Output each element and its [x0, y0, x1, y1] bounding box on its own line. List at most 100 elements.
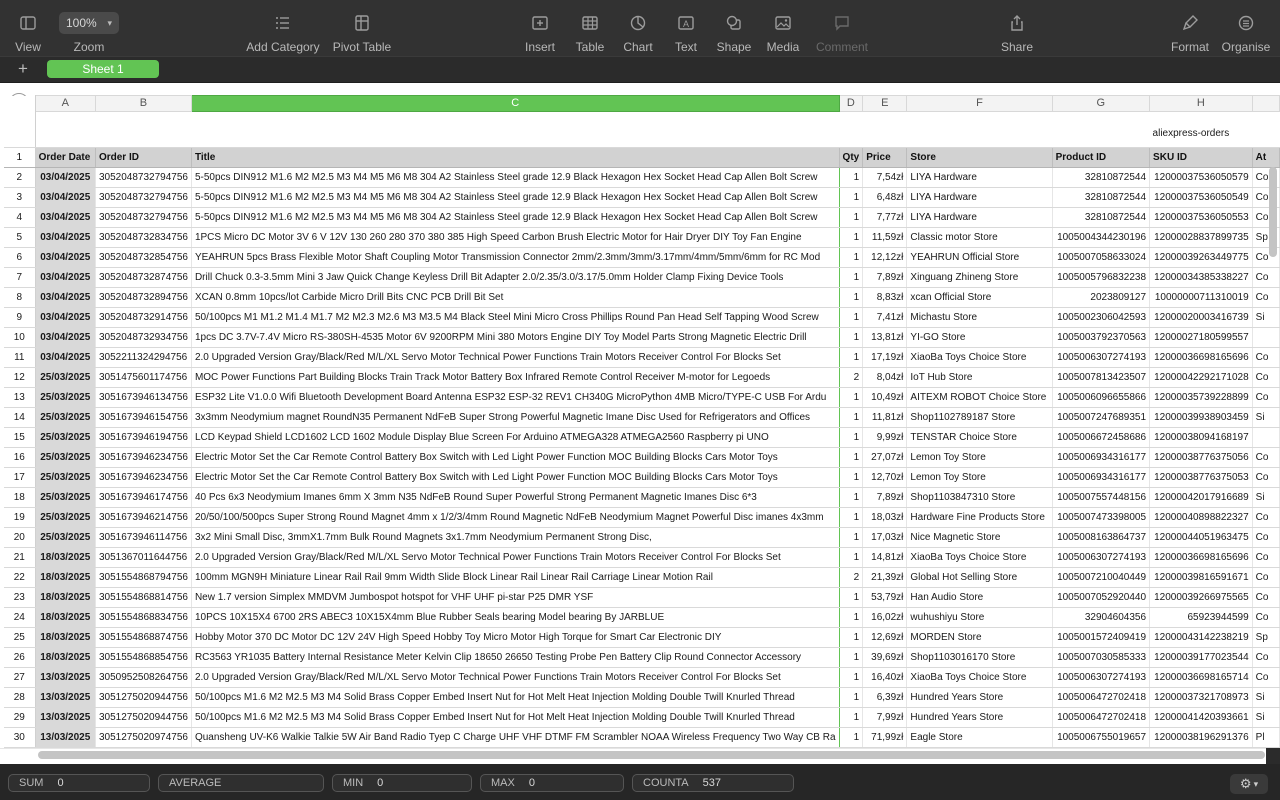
qty-cell[interactable]: 1 [839, 327, 864, 348]
order-id-cell[interactable]: 3050952508264756 [95, 667, 192, 688]
overflow-cell[interactable]: Si [1252, 487, 1280, 508]
overflow-cell[interactable]: Co [1252, 267, 1280, 288]
shape-button[interactable]: Shape [714, 0, 754, 56]
sku-id-cell[interactable]: 12000039938903459 [1149, 407, 1253, 428]
price-cell[interactable]: 17,19zł [862, 347, 908, 368]
order-id-cell[interactable]: 3052048732794756 [95, 167, 192, 188]
share-button[interactable]: Share [996, 0, 1038, 56]
row-number[interactable]: 27 [4, 667, 36, 688]
order-date-cell[interactable]: 25/03/2025 [35, 487, 96, 508]
product-id-cell[interactable]: 1005007052920440 [1052, 587, 1151, 608]
product-id-cell[interactable]: 1005006934316177 [1052, 447, 1151, 468]
title-cell[interactable]: Electric Motor Set the Car Remote Contro… [190, 447, 840, 468]
price-cell[interactable]: 12,70zł [862, 467, 908, 488]
product-id-cell[interactable]: 1005006672458686 [1052, 427, 1151, 448]
row-number[interactable]: 6 [4, 247, 36, 268]
qty-cell[interactable]: 1 [839, 447, 864, 468]
zoom-select[interactable]: 100% ▾ [59, 12, 119, 34]
overflow-cell[interactable] [1252, 427, 1280, 448]
title-cell[interactable]: 2.0 Upgraded Version Gray/Black/Red M/L/… [190, 547, 840, 568]
store-cell[interactable]: Lemon Toy Store [906, 467, 1053, 488]
qty-cell[interactable]: 1 [839, 387, 864, 408]
overflow-cell[interactable]: Si [1252, 407, 1280, 428]
product-id-cell[interactable]: 32810872544 [1052, 167, 1151, 188]
store-cell[interactable]: AITEXM ROBOT Choice Store [906, 387, 1053, 408]
column-header-e[interactable]: E [862, 95, 908, 112]
product-id-cell[interactable]: 1005007030585333 [1052, 647, 1151, 668]
view-button[interactable]: View [6, 0, 50, 56]
title-cell[interactable]: 2.0 Upgraded Version Gray/Black/Red M/L/… [190, 667, 840, 688]
price-cell[interactable]: 12,69zł [862, 627, 908, 648]
order-date-cell[interactable]: 25/03/2025 [35, 367, 96, 388]
order-date-cell[interactable]: 13/03/2025 [35, 727, 96, 748]
qty-cell[interactable]: 1 [839, 227, 864, 248]
product-id-cell[interactable]: 2023809127 [1052, 287, 1151, 308]
header-cell[interactable]: Qty [839, 147, 864, 168]
product-id-cell[interactable]: 1005007058633024 [1052, 247, 1151, 268]
product-id-cell[interactable]: 1005001572409419 [1052, 627, 1151, 648]
tab-sheet-1[interactable]: Sheet 1 [47, 60, 159, 78]
sku-id-cell[interactable]: 12000039177023544 [1149, 647, 1253, 668]
title-cell[interactable]: 1pcs DC 3.7V-7.4V Micro RS-380SH-4535 Mo… [190, 327, 840, 348]
order-id-cell[interactable]: 3052048732794756 [95, 207, 192, 228]
overflow-cell[interactable]: Co [1252, 387, 1280, 408]
order-id-cell[interactable]: 3051275020944756 [95, 687, 192, 708]
store-cell[interactable]: LIYA Hardware [906, 167, 1053, 188]
vertical-scrollbar[interactable] [1269, 167, 1277, 257]
overflow-cell[interactable]: Sp [1252, 627, 1280, 648]
qty-cell[interactable]: 1 [839, 687, 864, 708]
overflow-cell[interactable]: Co [1252, 347, 1280, 368]
header-cell[interactable]: Title [191, 147, 840, 168]
row-number[interactable]: 20 [4, 527, 36, 548]
title-cell[interactable]: Electric Motor Set the Car Remote Contro… [190, 467, 840, 488]
order-date-cell[interactable]: 25/03/2025 [35, 407, 96, 428]
sku-id-cell[interactable]: 12000039816591671 [1149, 567, 1253, 588]
price-cell[interactable]: 16,02zł [862, 607, 908, 628]
sku-id-cell[interactable]: 12000040898822327 [1149, 507, 1253, 528]
row-number[interactable]: 11 [4, 347, 36, 368]
product-id-cell[interactable]: 1005006934316177 [1052, 467, 1151, 488]
row-number[interactable]: 1 [4, 147, 36, 168]
product-id-cell[interactable]: 1005007247689351 [1052, 407, 1151, 428]
store-cell[interactable]: XiaoBa Toys Choice Store [906, 347, 1053, 368]
order-id-cell[interactable]: 3051673946234756 [95, 447, 192, 468]
store-cell[interactable]: Lemon Toy Store [906, 447, 1053, 468]
product-id-cell[interactable]: 1005004344230196 [1052, 227, 1151, 248]
product-id-cell[interactable]: 1005007557448156 [1052, 487, 1151, 508]
sku-id-cell[interactable]: 12000038776375056 [1149, 447, 1253, 468]
order-date-cell[interactable]: 18/03/2025 [35, 567, 96, 588]
sku-id-cell[interactable]: 12000027180599557 [1149, 327, 1253, 348]
sku-id-cell[interactable]: 12000035739228899 [1149, 387, 1253, 408]
overflow-cell[interactable]: Si [1252, 707, 1280, 728]
column-header-d[interactable]: D [838, 95, 864, 112]
overflow-cell[interactable]: Pl [1252, 727, 1280, 748]
order-date-cell[interactable]: 13/03/2025 [35, 687, 96, 708]
sku-id-cell[interactable]: 12000036698165696 [1149, 347, 1253, 368]
order-date-cell[interactable]: 03/04/2025 [35, 247, 96, 268]
sku-id-cell[interactable]: 12000041420393661 [1149, 707, 1253, 728]
title-cell[interactable]: 50/100pcs M1.6 M2 M2.5 M3 M4 Solid Brass… [190, 687, 840, 708]
store-cell[interactable]: wuhushiyu Store [906, 607, 1053, 628]
comment-button[interactable]: Comment [814, 0, 870, 56]
sku-id-cell[interactable]: 12000020003416739 [1149, 307, 1253, 328]
overflow-cell[interactable]: Co [1252, 647, 1280, 668]
sku-id-cell[interactable]: 12000038196291376 [1149, 727, 1253, 748]
order-date-cell[interactable]: 25/03/2025 [35, 507, 96, 528]
row-number[interactable]: 5 [4, 227, 36, 248]
product-id-cell[interactable]: 32810872544 [1052, 187, 1151, 208]
order-id-cell[interactable]: 3051275020974756 [95, 727, 192, 748]
price-cell[interactable]: 8,04zł [862, 367, 908, 388]
order-date-cell[interactable]: 13/03/2025 [35, 667, 96, 688]
sku-id-cell[interactable]: 12000037536050553 [1149, 207, 1253, 228]
order-id-cell[interactable]: 3052048732894756 [95, 287, 192, 308]
summary-settings-button[interactable]: ⚙ ▾ [1230, 774, 1268, 794]
add-sheet-button[interactable]: + [14, 59, 32, 79]
table-title[interactable]: aliexpress-orders [1149, 111, 1280, 148]
price-cell[interactable]: 6,48zł [862, 187, 908, 208]
order-id-cell[interactable]: 3051673946114756 [95, 527, 192, 548]
chart-button[interactable]: Chart [618, 0, 658, 56]
overflow-cell[interactable]: Co [1252, 587, 1280, 608]
title-cell[interactable]: 100mm MGN9H Miniature Linear Rail Rail 9… [190, 567, 840, 588]
store-cell[interactable]: Eagle Store [906, 727, 1053, 748]
format-button[interactable]: Format [1168, 0, 1212, 56]
